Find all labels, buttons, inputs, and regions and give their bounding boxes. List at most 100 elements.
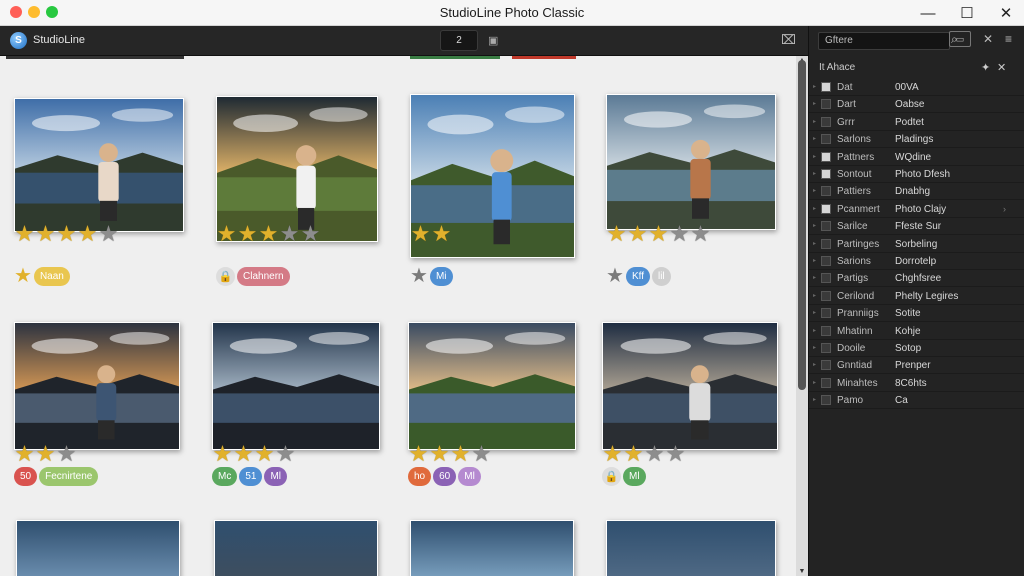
photo-thumbnail[interactable]	[14, 98, 184, 232]
checkbox[interactable]	[821, 308, 831, 319]
star-icon[interactable]: ★	[275, 443, 296, 465]
property-row[interactable]: ▸ Dart Oabse	[809, 96, 1024, 114]
star-icon[interactable]: ★	[627, 223, 648, 245]
star-icon[interactable]: ★	[35, 443, 56, 465]
property-row[interactable]: ▸ Pattners WQdine	[809, 149, 1024, 166]
tag-badge[interactable]: Ml	[264, 467, 288, 486]
photo-thumbnail[interactable]	[214, 520, 378, 576]
property-row[interactable]: ▸ Minahtes 8C6hts	[809, 375, 1024, 392]
star-icon[interactable]: ★	[14, 443, 35, 465]
chevron-right-icon[interactable]: ›	[1003, 204, 1006, 214]
star-icon[interactable]: ★	[410, 266, 428, 286]
expand-icon[interactable]: ▸	[813, 187, 816, 194]
star-icon[interactable]: ★	[669, 223, 690, 245]
property-row[interactable]: ▸ Mhatinn Kohje	[809, 323, 1024, 340]
photo-thumbnail[interactable]	[16, 520, 180, 576]
star-icon[interactable]: ★	[98, 223, 119, 245]
checkbox[interactable]	[821, 377, 831, 388]
property-row[interactable]: ▸ Sontout Photo Dfesh	[809, 166, 1024, 183]
expand-icon[interactable]: ▸	[813, 257, 816, 264]
lock-icon[interactable]: 🔒	[216, 267, 235, 286]
expand-icon[interactable]: ▸	[813, 135, 816, 142]
star-icon[interactable]: ★	[279, 223, 300, 245]
star-icon[interactable]: ★	[237, 223, 258, 245]
expand-icon[interactable]: ▸	[813, 222, 816, 229]
checkbox[interactable]	[821, 238, 831, 249]
tag-badge[interactable]: Naan	[33, 267, 70, 286]
checkbox[interactable]	[821, 151, 831, 162]
star-icon[interactable]: ★	[258, 223, 279, 245]
property-row[interactable]: ▸ Gnntiad Prenper	[809, 357, 1024, 375]
property-row[interactable]: ▸ Pranniigs Sotite	[809, 305, 1024, 323]
star-icon[interactable]: ★	[14, 223, 35, 245]
expand-icon[interactable]: ▸	[813, 240, 816, 247]
star-icon[interactable]: ★	[431, 223, 452, 245]
star-icon[interactable]: ★	[35, 223, 56, 245]
maximize-button[interactable]: ☐	[957, 3, 977, 23]
star-rating[interactable]: ★ ★	[410, 223, 452, 245]
checkbox[interactable]	[821, 134, 831, 145]
star-icon[interactable]: ★	[410, 223, 431, 245]
tag-badge[interactable]: lil	[651, 267, 671, 286]
checkbox[interactable]	[821, 221, 831, 232]
scrollbar-thumb[interactable]	[798, 60, 806, 390]
expand-icon[interactable]: ▸	[813, 205, 816, 212]
tag-badge[interactable]: Ml	[623, 467, 646, 486]
checkbox[interactable]	[821, 325, 831, 336]
property-row[interactable]: ▸ Cerilond Phelty Legires	[809, 288, 1024, 305]
tag-badge[interactable]: 50	[14, 467, 38, 486]
panel-close-icon[interactable]: ✕	[997, 61, 1006, 74]
expand-icon[interactable]: ▸	[813, 83, 816, 90]
star-rating[interactable]: ★ ★ ★	[14, 443, 77, 465]
photo-thumbnail[interactable]	[602, 322, 778, 450]
property-row[interactable]: ▸ Partigs Chghfsree	[809, 270, 1024, 288]
star-icon[interactable]: ★	[602, 443, 623, 465]
property-row[interactable]: ▸ Dooile Sotop	[809, 340, 1024, 357]
expand-icon[interactable]: ▸	[813, 344, 816, 351]
checkbox[interactable]	[821, 290, 831, 301]
lock-icon[interactable]: 🔒	[602, 467, 621, 486]
star-icon[interactable]: ★	[216, 223, 237, 245]
photo-thumbnail[interactable]	[408, 322, 576, 450]
star-rating[interactable]: ★ ★ ★ ★	[212, 443, 296, 465]
checkbox[interactable]	[821, 256, 831, 266]
property-row[interactable]: ▸ Grrr Podtet	[809, 114, 1024, 131]
star-rating[interactable]: ★ ★ ★ ★ ★	[14, 223, 119, 245]
checkbox[interactable]	[821, 116, 831, 127]
checkbox[interactable]	[821, 82, 831, 92]
expand-icon[interactable]: ▸	[813, 309, 816, 316]
search-input[interactable]: Gftere	[818, 32, 950, 50]
checkbox[interactable]	[821, 395, 831, 406]
star-icon[interactable]: ★	[56, 223, 77, 245]
tools-icon[interactable]: ⌧	[781, 32, 796, 48]
tag-badge[interactable]: Kff	[625, 267, 650, 286]
tag-badge[interactable]: Ml	[458, 467, 481, 486]
photo-thumbnail[interactable]	[212, 322, 380, 450]
photo-thumbnail[interactable]	[606, 520, 776, 576]
property-row[interactable]: ▸ Sarlons Pladings	[809, 131, 1024, 149]
page-number-field[interactable]: 2	[440, 30, 478, 51]
star-icon[interactable]: ★	[300, 223, 321, 245]
property-row[interactable]: ▸ Partinges Sorbeling	[809, 236, 1024, 253]
expand-icon[interactable]: ▸	[813, 274, 816, 281]
star-icon[interactable]: ★	[665, 443, 686, 465]
expand-icon[interactable]: ▸	[813, 153, 816, 160]
expand-icon[interactable]: ▸	[813, 361, 816, 368]
tag-badge[interactable]: ho	[408, 467, 432, 486]
star-icon[interactable]: ★	[408, 443, 429, 465]
star-icon[interactable]: ★	[254, 443, 275, 465]
close-icon[interactable]: ✕	[983, 32, 993, 46]
photo-thumbnail[interactable]	[14, 322, 180, 450]
checkbox[interactable]	[821, 273, 831, 284]
property-row[interactable]: ▸ Sarilce Ffeste Sur	[809, 218, 1024, 236]
checkbox[interactable]	[821, 99, 831, 110]
property-row[interactable]: ▸ Pcanmert Photo Clajy	[809, 201, 1024, 218]
checkbox[interactable]	[821, 203, 831, 214]
tag-badge[interactable]: Mc	[212, 467, 238, 486]
expand-icon[interactable]: ▸	[813, 292, 816, 299]
property-row[interactable]: ▸ Sarions Dorrotelp	[809, 253, 1024, 270]
pin-icon[interactable]: ✦	[981, 61, 990, 74]
star-rating[interactable]: ★ ★ ★ ★ ★	[606, 223, 711, 245]
star-icon[interactable]: ★	[212, 443, 233, 465]
vertical-scrollbar[interactable]: ▲ ▼	[796, 56, 808, 576]
